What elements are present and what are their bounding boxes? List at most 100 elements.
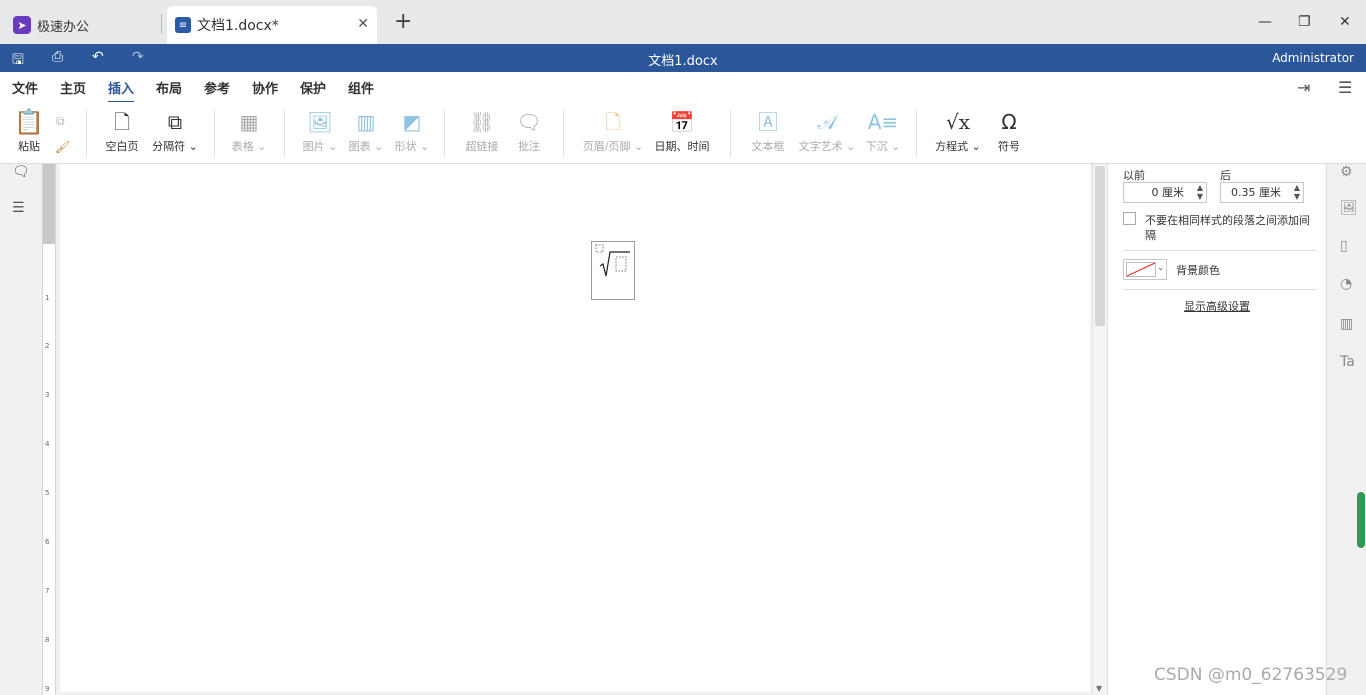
textbox-icon: 🄰 xyxy=(758,110,778,134)
ribbon-divider xyxy=(214,110,215,156)
textbox-button[interactable]: 🄰 文本框 xyxy=(748,110,788,154)
background-color-label: 背景颜色 xyxy=(1176,264,1220,277)
hyperlink-button[interactable]: ⛓ 超链接 xyxy=(462,110,502,154)
document-title: 文档1.docx xyxy=(648,54,718,69)
ruler-margin xyxy=(43,164,55,244)
restore-button[interactable]: ❐ xyxy=(1298,14,1311,30)
menu-home[interactable]: 主页 xyxy=(60,78,86,97)
vertical-ruler: 1 2 3 4 5 6 7 8 9 xyxy=(42,164,56,695)
format-painter-icon[interactable]: 🖌 xyxy=(55,140,70,154)
spacing-before-input[interactable]: 0 厘米 ▲ ▼ xyxy=(1123,182,1207,203)
page-break-button[interactable]: ⧉ 分隔符 ⌄ xyxy=(150,110,200,154)
paragraph-settings-icon[interactable]: ⚙ xyxy=(1340,164,1353,180)
image-label: 图片 xyxy=(302,140,325,153)
ribbon-divider xyxy=(284,110,285,156)
tab-document[interactable]: ≡ 文档1.docx* ✕ xyxy=(167,6,377,44)
image-settings-icon[interactable]: 🖼 xyxy=(1340,200,1358,216)
paragraph-settings-panel: 以前 后 0 厘米 ▲ ▼ 0.35 厘米 ▲ ▼ 不要在相同样式的段落之间添加间 … xyxy=(1107,164,1325,695)
title-bar: 文档1.docx 🖫 ⎙ ↶ ↷ Administrator xyxy=(0,44,1366,72)
textart-settings-icon[interactable]: Ta xyxy=(1340,354,1355,370)
paste-button[interactable]: 📋 粘贴 xyxy=(12,110,46,154)
show-advanced-settings-link[interactable]: 显示高级设置 xyxy=(1108,298,1326,314)
copy-icon[interactable]: ⧉ xyxy=(56,114,65,129)
comment-button[interactable]: 🗨 批注 xyxy=(512,110,546,154)
left-sidebar: 🗨 ☰ xyxy=(0,164,40,695)
ruler-number: 5 xyxy=(45,489,50,497)
page-break-icon: ⧉ xyxy=(167,110,183,134)
close-window-button[interactable]: ✕ xyxy=(1339,14,1351,30)
textart-button[interactable]: 𝒜 文字艺术 ⌄ xyxy=(798,110,856,154)
scroll-down-icon[interactable]: ▼ xyxy=(1096,684,1102,693)
print-icon[interactable]: ⎙ xyxy=(52,49,63,65)
no-space-same-style-label-cont: 隔 xyxy=(1145,229,1156,242)
equation-placeholder[interactable] xyxy=(591,241,635,300)
chart-label: 图表 xyxy=(348,140,371,153)
panel-divider xyxy=(1123,250,1317,251)
equation-label: 方程式 xyxy=(935,140,969,153)
open-location-icon[interactable]: ⇥ xyxy=(1297,78,1310,97)
textart-icon: 𝒜 xyxy=(817,110,837,134)
navigation-icon[interactable]: ☰ xyxy=(12,200,25,216)
spacing-after-input[interactable]: 0.35 厘米 ▲ ▼ xyxy=(1220,182,1304,203)
close-tab-icon[interactable]: ✕ xyxy=(357,16,369,32)
tab-home[interactable]: ➤ 极速办公 xyxy=(0,6,160,44)
background-color-picker[interactable]: ⌄ xyxy=(1123,259,1167,280)
panel-divider xyxy=(1123,289,1317,290)
ruler-number: 2 xyxy=(45,342,50,350)
menu-plugins[interactable]: 组件 xyxy=(348,78,374,97)
paste-label: 粘贴 xyxy=(18,140,40,153)
scrollbar-thumb[interactable] xyxy=(1095,166,1105,326)
comment-icon: 🗨 xyxy=(516,110,542,134)
chart-settings-icon[interactable]: ▥ xyxy=(1340,316,1353,332)
date-time-button[interactable]: 📅 日期、时间 xyxy=(652,110,712,154)
menu-collaborate[interactable]: 协作 xyxy=(252,78,278,97)
undo-icon[interactable]: ↶ xyxy=(92,49,104,65)
shape-label: 形状 xyxy=(394,140,417,153)
menu-file[interactable]: 文件 xyxy=(12,78,38,97)
menu-references[interactable]: 参考 xyxy=(204,78,230,97)
dropcap-button[interactable]: A≡ 下沉 ⌄ xyxy=(864,110,902,154)
menu-insert[interactable]: 插入 xyxy=(108,78,135,103)
chart-button[interactable]: ▥ 图表 ⌄ xyxy=(346,110,386,154)
new-tab-button[interactable]: + xyxy=(394,11,412,33)
hamburger-menu-icon[interactable]: ☰ xyxy=(1338,78,1352,97)
equation-button[interactable]: √x 方程式 ⌄ xyxy=(934,110,982,154)
redo-icon[interactable]: ↷ xyxy=(132,49,144,65)
user-name[interactable]: Administrator xyxy=(1272,51,1354,65)
textart-label: 文字艺术 xyxy=(798,140,843,153)
equation-icon: √x xyxy=(945,110,971,134)
symbol-button[interactable]: Ω 符号 xyxy=(994,110,1024,154)
spinner-arrows-icon[interactable]: ▲ ▼ xyxy=(1197,183,1203,201)
menu-protect[interactable]: 保护 xyxy=(300,78,326,97)
header-footer-settings-icon[interactable]: ▯ xyxy=(1340,238,1348,254)
blank-page-button[interactable]: 🗋 空白页 xyxy=(100,110,144,154)
header-footer-button[interactable]: 🗋 页眉/页脚 ⌄ xyxy=(582,110,644,154)
ruler-number: 4 xyxy=(45,440,50,448)
ruler-number: 9 xyxy=(45,685,50,693)
vertical-scrollbar[interactable]: ▼ xyxy=(1092,164,1106,695)
document-page[interactable] xyxy=(60,164,1090,692)
table-button[interactable]: ▦ 表格 ⌄ xyxy=(230,110,268,154)
spacing-after-label: 后 xyxy=(1220,169,1231,182)
scroll-indicator[interactable] xyxy=(1357,492,1365,548)
blank-page-icon: 🗋 xyxy=(113,110,131,134)
shape-icon: ◩ xyxy=(402,110,422,134)
insert-ribbon: 📋 粘贴 ⧉ 🖌 🗋 空白页 ⧉ 分隔符 ⌄ ▦ 表格 ⌄ 🖼 图片 ⌄ ▥ 图… xyxy=(0,102,1366,164)
ribbon-divider xyxy=(444,110,445,156)
spinner-arrows-icon[interactable]: ▲ ▼ xyxy=(1294,183,1300,201)
menu-layout[interactable]: 布局 xyxy=(156,78,182,97)
right-icon-strip: ⚙ 🖼 ▯ ◔ ▥ Ta xyxy=(1326,164,1366,695)
shape-settings-icon[interactable]: ◔ xyxy=(1340,276,1352,292)
no-space-same-style-checkbox[interactable] xyxy=(1123,212,1136,225)
header-footer-icon: 🗋 xyxy=(604,110,622,134)
ribbon-divider xyxy=(563,110,564,156)
save-icon[interactable]: 🖫 xyxy=(12,49,24,73)
omega-icon: Ω xyxy=(1001,110,1017,134)
shape-button[interactable]: ◩ 形状 ⌄ xyxy=(392,110,432,154)
table-icon: ▦ xyxy=(239,110,259,134)
comments-icon[interactable]: 🗨 xyxy=(12,164,30,180)
spacing-after-value: 0.35 厘米 xyxy=(1231,186,1281,199)
image-button[interactable]: 🖼 图片 ⌄ xyxy=(300,110,340,154)
minimize-button[interactable]: — xyxy=(1258,14,1272,30)
tab-bar: ➤ 极速办公 ≡ 文档1.docx* ✕ + — ❐ ✕ xyxy=(0,0,1366,44)
